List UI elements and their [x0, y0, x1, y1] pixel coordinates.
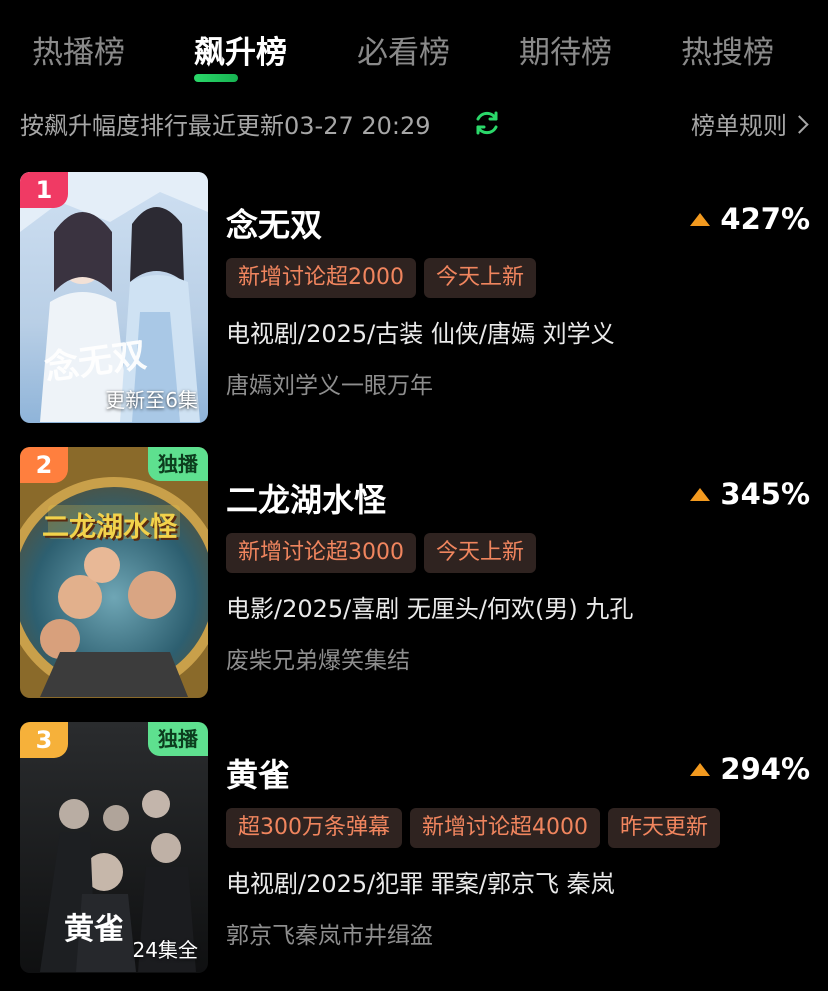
- list-item[interactable]: 2 独播 二龙湖水怪 二龙湖水怪 345% 新增讨论超3000 今天上新 电影/2…: [20, 447, 810, 699]
- episode-caption: 更新至6集: [105, 388, 198, 412]
- tag: 新增讨论超4000: [410, 808, 600, 848]
- rank-badge: 1: [20, 172, 68, 208]
- exclusive-badge: 独播: [148, 447, 208, 481]
- tag: 超300万条弹幕: [226, 808, 402, 848]
- episode-caption: 24集全: [132, 938, 198, 962]
- item-description: 郭京飞秦岚市井缉盗: [226, 923, 433, 949]
- tag: 新增讨论超3000: [226, 533, 416, 573]
- rules-link[interactable]: 榜单规则: [691, 106, 809, 141]
- chevron-right-icon: [790, 115, 809, 134]
- tag: 昨天更新: [608, 808, 721, 848]
- poster-image: 1 念无双 更新至6集: [20, 172, 208, 423]
- item-title: 黄雀: [226, 756, 291, 794]
- ranking-subheader: 按飙升幅度排行最近更新03-27 20:29 榜单规则: [20, 102, 810, 142]
- trend-up-icon: [690, 763, 711, 776]
- trend-value: 427%: [720, 202, 810, 236]
- rules-label: 榜单规则: [691, 112, 787, 140]
- item-description: 唐嫣刘学义一眼万年: [226, 373, 433, 399]
- trend-percent: 294%: [690, 752, 810, 786]
- trend-up-icon: [690, 488, 711, 501]
- trend-up-icon: [690, 213, 711, 226]
- tag: 今天上新: [424, 533, 537, 573]
- item-meta: 电视剧/2025/古装 仙侠/唐嫣 刘学义: [226, 320, 615, 348]
- tag: 今天上新: [424, 258, 537, 298]
- list-item[interactable]: 3 独播 黄雀 24集全 黄雀 294% 超300万条弹幕 新增讨论超4000 昨天…: [20, 722, 810, 974]
- item-description: 废柴兄弟爆笑集结: [226, 648, 410, 674]
- tab-soaring[interactable]: 飙升榜: [194, 30, 287, 82]
- tag: 新增讨论超2000: [226, 258, 416, 298]
- trend-percent: 427%: [690, 202, 810, 236]
- exclusive-badge: 独播: [148, 722, 208, 756]
- list-item[interactable]: 1 念无双 更新至6集 念无双 427% 新增讨论超2000 今天上新 电视剧/2…: [20, 172, 810, 424]
- item-title: 念无双: [226, 206, 323, 244]
- item-title: 二龙湖水怪: [226, 481, 387, 519]
- item-meta: 电视剧/2025/犯罪 罪案/郭京飞 秦岚: [226, 870, 615, 898]
- chart-tabs: 热播榜 飙升榜 必看榜 期待榜 热搜榜: [0, 30, 828, 82]
- poster-title-art: 黄雀: [64, 912, 124, 947]
- tag-list: 新增讨论超2000 今天上新: [226, 258, 544, 298]
- tab-hot-play[interactable]: 热播榜: [32, 30, 125, 76]
- tab-hot-search[interactable]: 热搜榜: [681, 30, 774, 76]
- sort-update-text: 按飙升幅度排行最近更新03-27 20:29: [20, 112, 431, 140]
- tab-must-watch[interactable]: 必看榜: [357, 30, 450, 76]
- rank-badge: 2: [20, 447, 68, 483]
- trend-value: 294%: [720, 752, 810, 786]
- poster-image: 2 独播 二龙湖水怪: [20, 447, 208, 698]
- tab-anticipated[interactable]: 期待榜: [519, 30, 612, 76]
- poster-image: 3 独播 黄雀 24集全: [20, 722, 208, 973]
- tag-list: 超300万条弹幕 新增讨论超4000 昨天更新: [226, 808, 728, 848]
- active-tab-indicator: [194, 74, 238, 82]
- item-meta: 电影/2025/喜剧 无厘头/何欢(男) 九孔: [226, 595, 634, 623]
- tab-soaring-label: 飙升榜: [194, 35, 287, 71]
- rank-badge: 3: [20, 722, 68, 758]
- trend-percent: 345%: [690, 477, 810, 511]
- trend-value: 345%: [720, 477, 810, 511]
- poster-title-art: 二龙湖水怪: [42, 512, 177, 543]
- refresh-icon[interactable]: [472, 108, 502, 138]
- tag-list: 新增讨论超3000 今天上新: [226, 533, 544, 573]
